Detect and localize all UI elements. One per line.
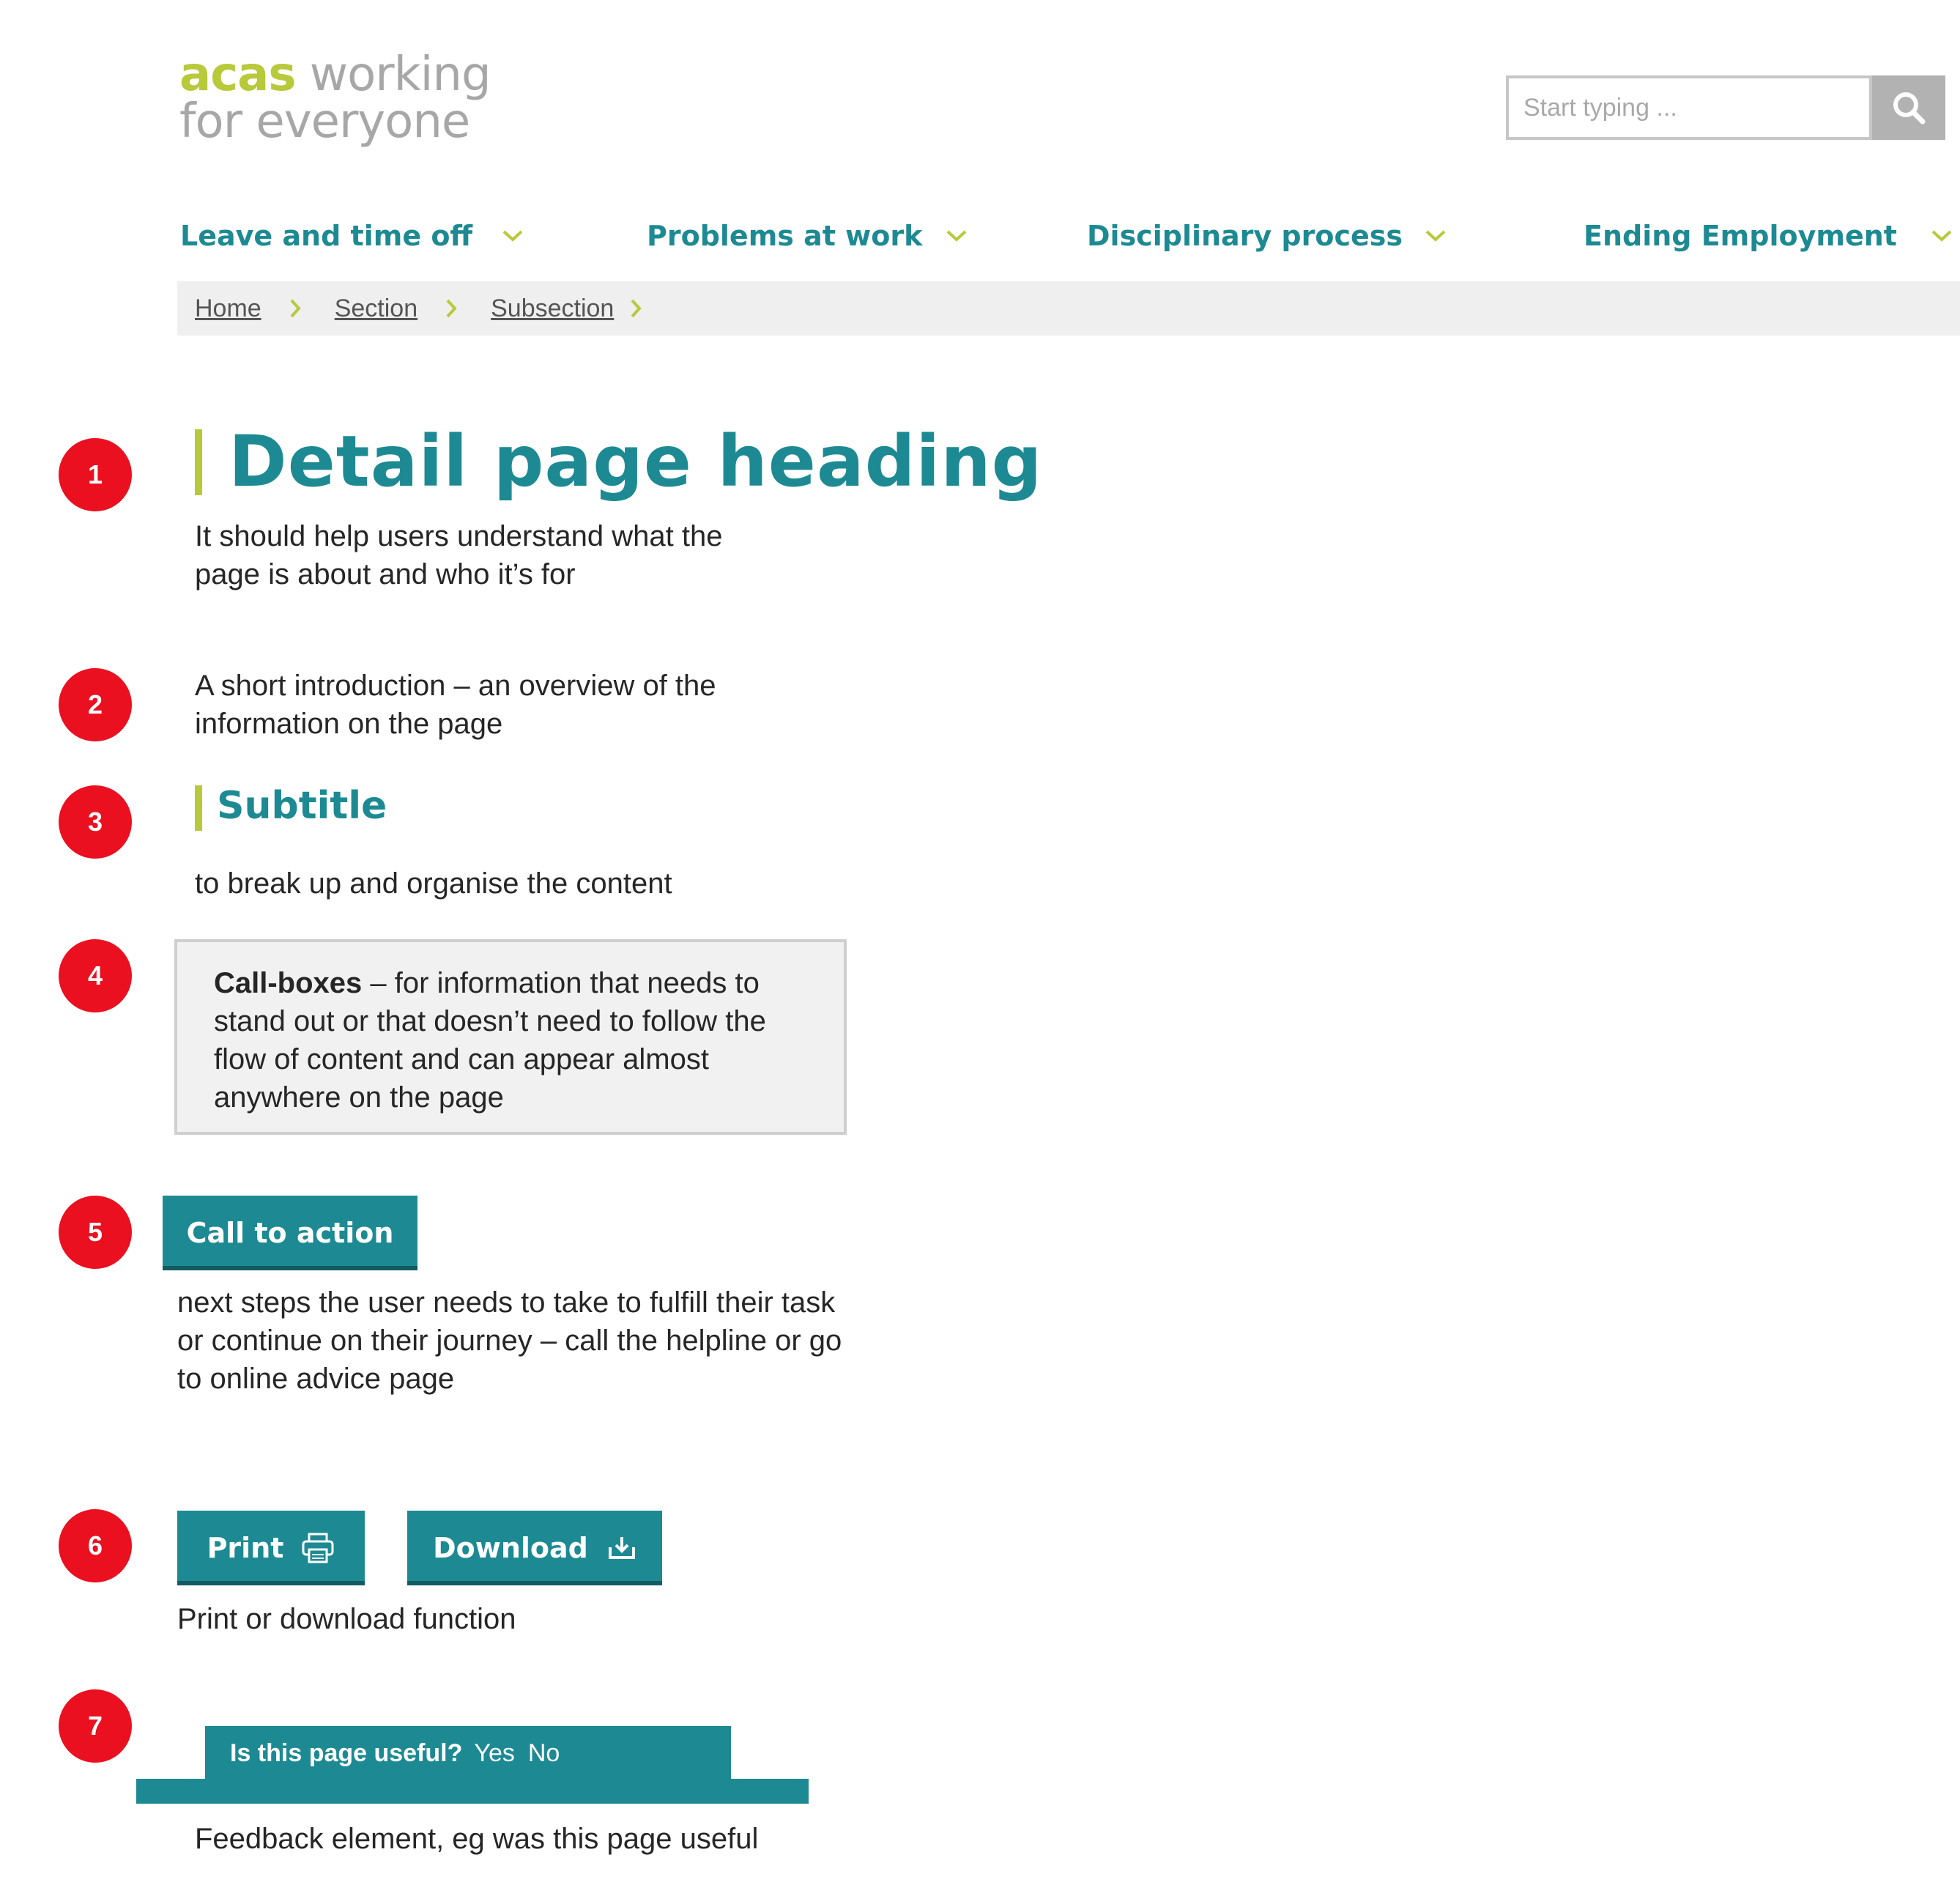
search-icon [1893,92,1926,125]
chevron-down-icon [1931,229,1953,243]
cta-description-line-2: or continue on their journey – call the … [177,1325,842,1357]
feedback-bar [136,1779,809,1804]
download-button[interactable]: Download [407,1511,662,1585]
annotation-marker-4: 4 [59,939,132,1012]
annotation-marker-7: 7 [59,1689,132,1763]
search-input[interactable] [1509,78,1869,137]
nav-item-label: Problems at work [647,220,923,252]
call-to-action-button[interactable]: Call to action [163,1196,417,1270]
chevron-right-icon [444,297,459,319]
call-box-title: Call-boxes [214,967,363,999]
nav-item-leave[interactable]: Leave and time off [180,220,524,252]
print-button[interactable]: Print [177,1511,365,1585]
intro-line-2: information on the page [195,708,503,740]
call-to-action-description: next steps the user needs to take to ful… [177,1284,842,1398]
download-label: Download [433,1532,588,1564]
logo-tagline-2: for everyone [179,95,470,149]
heading-description-line-2: page is about and who it’s for [195,558,576,590]
heading-description: It should help users understand what the… [195,517,722,593]
nav-item-ending-employment[interactable]: Ending Employment [1584,220,1953,252]
subtitle-description: to break up and organise the content [195,867,672,900]
annotation-marker-6: 6 [59,1509,132,1582]
call-box-line-3: flow of content and can appear almost [214,1043,709,1075]
subtitle-accent-bar [195,785,202,831]
logo-brand: acas [179,48,296,102]
feedback-question: Is this page useful? [230,1738,463,1767]
printer-icon [302,1533,334,1563]
breadcrumb-section[interactable]: Section [335,295,417,323]
chevron-right-icon [628,297,643,319]
feedback-yes-link[interactable]: Yes [474,1739,514,1768]
download-icon [608,1537,635,1559]
annotation-marker-2: 2 [59,668,132,741]
annotation-marker-3: 3 [59,785,132,859]
cta-description-line-1: next steps the user needs to take to ful… [177,1286,836,1319]
search-button[interactable] [1872,75,1945,140]
chevron-down-icon [502,229,524,243]
call-box-line-1: Call-boxes – for information that needs … [214,964,809,1002]
heading-accent-bar [195,429,202,495]
nav-item-label: Ending Employment [1584,220,1897,252]
nav-item-label: Disciplinary process [1087,220,1403,252]
logo-line-1: acas working [179,51,491,98]
print-label: Print [207,1532,284,1564]
nav-item-problems[interactable]: Problems at work [647,220,968,252]
cta-description-line-3: to online advice page [177,1363,455,1395]
call-box-text: – for information that needs to [362,967,760,999]
annotation-marker-5: 5 [59,1196,132,1269]
call-box-line-2: stand out or that doesn’t need to follow… [214,1005,766,1037]
chevron-down-icon [1425,229,1447,243]
feedback-no-link[interactable]: No [528,1739,560,1768]
intro-text: A short introduction – an overview of th… [195,667,716,743]
call-box-line-4: anywhere on the page [214,1081,504,1114]
acas-logo[interactable]: acas working for everyone [179,51,491,145]
nav-item-disciplinary[interactable]: Disciplinary process [1087,220,1447,252]
call-box: Call-boxes – for information that needs … [174,939,847,1135]
chevron-right-icon [288,297,302,319]
page-title: Detail page heading [229,421,1043,503]
intro-line-1: A short introduction – an overview of th… [195,670,716,702]
logo-tagline-1: working [295,48,491,102]
heading-description-line-1: It should help users understand what the [195,520,723,552]
print-download-description: Print or download function [177,1603,516,1635]
chevron-down-icon [946,229,968,243]
nav-item-label: Leave and time off [180,220,473,252]
breadcrumb: Home Section Subsection [177,281,1960,336]
feedback-widget: Is this page useful? Yes No [205,1726,731,1780]
call-to-action-label: Call to action [186,1217,394,1249]
subtitle: Subtitle [217,784,387,828]
feedback-description: Feedback element, eg was this page usefu… [195,1823,759,1855]
breadcrumb-subsection[interactable]: Subsection [491,295,614,323]
breadcrumb-home[interactable]: Home [195,295,261,323]
annotation-marker-1: 1 [59,438,132,511]
search-field [1506,75,1872,140]
